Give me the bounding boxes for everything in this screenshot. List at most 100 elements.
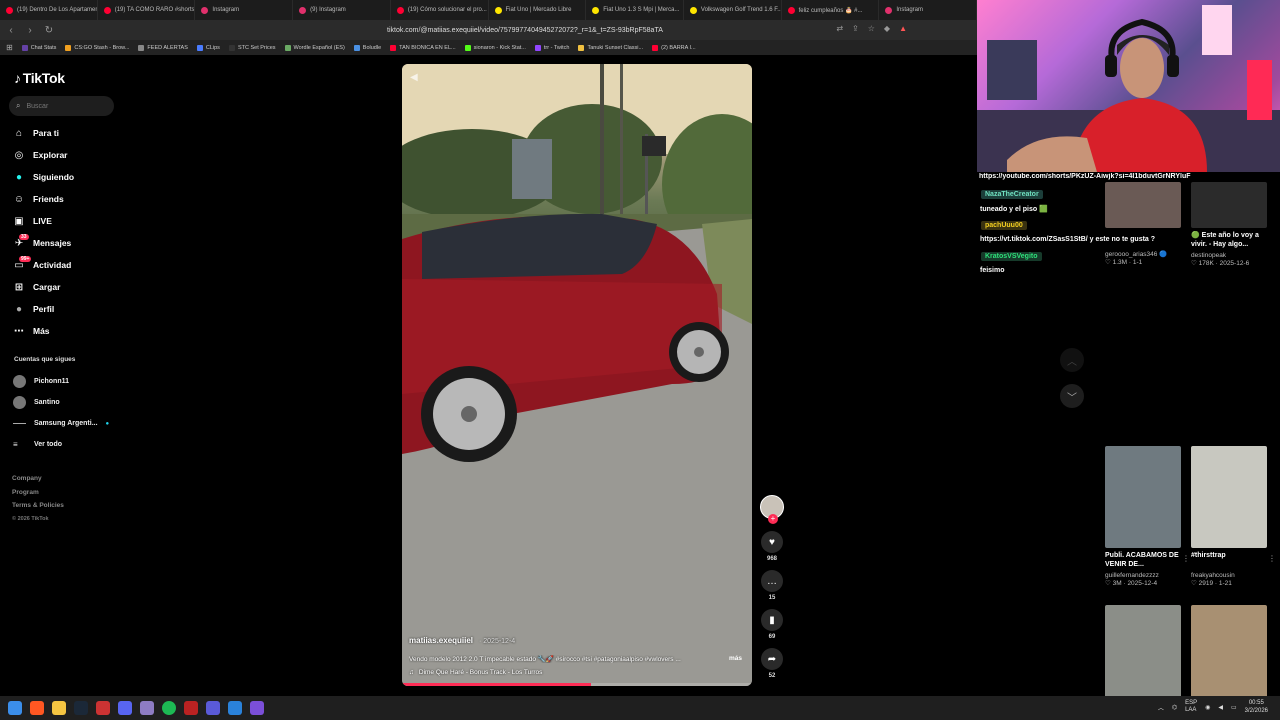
- file-explorer-icon[interactable]: [52, 701, 66, 715]
- nav-item-mensajes[interactable]: ✈ 33 Mensajes: [13, 232, 123, 254]
- browser-tab[interactable]: Instagram: [879, 0, 977, 20]
- video-author[interactable]: matiias.exequiiel · 2025-12-4: [409, 636, 515, 645]
- author-avatar[interactable]: +: [760, 495, 784, 524]
- browser-tab[interactable]: feliz cumpleaños 🎂 #...: [782, 0, 880, 20]
- video-card[interactable]: 🟢 Este año lo voy a vivir. - Hay algo...…: [1191, 182, 1268, 267]
- video-thumbnail[interactable]: [1105, 605, 1181, 707]
- previous-video-button[interactable]: ︿: [1060, 348, 1084, 372]
- battery-icon[interactable]: ▭: [1231, 704, 1237, 711]
- volume-icon[interactable]: ◀: [410, 72, 418, 83]
- volume-icon[interactable]: ◀: [1218, 704, 1223, 711]
- footer-terms[interactable]: Terms & Policies: [12, 499, 64, 513]
- app-icon[interactable]: [228, 701, 242, 715]
- video-card[interactable]: Publi. ACABAMOS DE VENIR DE... guillefern…: [1105, 446, 1190, 587]
- obs-icon[interactable]: [96, 701, 110, 715]
- video-music[interactable]: ♫ Dime Que Haré - Bonus Track - Los Turro…: [409, 669, 542, 676]
- url-input[interactable]: tiktok.com/@matiias.exequiiel/video/7579…: [387, 27, 663, 34]
- clock[interactable]: 00:55 3/2/2026: [1245, 699, 1268, 715]
- video-thumbnail[interactable]: [1191, 446, 1267, 548]
- nav-item-live[interactable]: ▣ LIVE: [13, 210, 123, 232]
- language-indicator[interactable]: ESP LAA: [1185, 700, 1197, 714]
- spotify-icon[interactable]: [162, 701, 176, 715]
- following-account[interactable]: Samsung Argenti... ●: [13, 413, 109, 434]
- browser-tab[interactable]: (19) Dentro De Los Apartamen...: [0, 0, 98, 20]
- chevron-up-icon[interactable]: ︿: [1158, 703, 1164, 712]
- video-card[interactable]: #thirsttrap freakyahcousin ♡ 2919 · 1-21 ⋮: [1191, 446, 1276, 587]
- bookmark-item[interactable]: (2) BARRA I...: [652, 44, 696, 51]
- bookmark-item[interactable]: Wordle Español (ES): [284, 44, 345, 51]
- forward-icon[interactable]: ›: [22, 22, 38, 38]
- comment-button[interactable]: …: [761, 570, 783, 592]
- tab-favicon-icon: [6, 6, 13, 14]
- video-player[interactable]: ◀ matiias.exequiiel · 2025-12-4 Vendo mo…: [402, 64, 752, 686]
- bookmark-favicon-icon: [196, 44, 203, 51]
- bookmark-label: CS:GO Stash - Brow...: [74, 44, 130, 51]
- bookmark-item[interactable]: sionaron - Kick Stat...: [464, 44, 526, 51]
- app-icon[interactable]: [250, 701, 264, 715]
- bookmark-item[interactable]: TAN BIONICA EN EL...: [390, 44, 456, 51]
- see-all-link[interactable]: ≡ Ver todo: [13, 434, 109, 455]
- more-link[interactable]: más: [729, 655, 742, 662]
- extension-icon[interactable]: ◆: [884, 24, 890, 33]
- share-button[interactable]: ➦: [761, 648, 783, 670]
- nav-item-explorar[interactable]: ◎ Explorar: [13, 144, 123, 166]
- search-input[interactable]: ⌕ Buscar: [9, 96, 114, 116]
- footer-company[interactable]: Company: [12, 472, 64, 486]
- browser-tab[interactable]: Volkswagen Golf Trend 1.6 F...: [684, 0, 782, 20]
- progress-bar[interactable]: [402, 683, 752, 686]
- video-thumbnail[interactable]: [1191, 605, 1267, 707]
- like-button[interactable]: ♥: [761, 531, 783, 553]
- more-options-icon[interactable]: ⋮: [1182, 554, 1190, 563]
- app-icon[interactable]: [140, 701, 154, 715]
- bookmark-item[interactable]: Chat Stats: [21, 44, 56, 51]
- bookmark-item[interactable]: Tanuki Sunset Classi...: [578, 44, 643, 51]
- browser-tab[interactable]: Instagram: [195, 0, 294, 20]
- brave-browser-icon[interactable]: [30, 701, 44, 715]
- video-thumbnail[interactable]: [1105, 182, 1181, 228]
- more-options-icon[interactable]: ⋮: [1268, 554, 1276, 563]
- nav-item-actividad[interactable]: ▭ 99+ Actividad: [13, 254, 123, 276]
- next-video-button[interactable]: ﹀: [1060, 384, 1084, 408]
- footer-program[interactable]: Program: [12, 486, 64, 500]
- nav-item-más[interactable]: ⋯ Más: [13, 320, 123, 342]
- video-thumbnail[interactable]: [1191, 182, 1267, 228]
- browser-tab[interactable]: (19) TA COMO RARO #shorts: [98, 0, 196, 20]
- save-button[interactable]: ▮: [761, 609, 783, 631]
- bookmark-favicon-icon: [138, 44, 145, 51]
- bookmark-item[interactable]: CLips: [196, 44, 220, 51]
- browser-tab[interactable]: Fiat Uno | Mercado Libre: [489, 0, 587, 20]
- following-account[interactable]: Santino: [13, 392, 109, 413]
- network-icon[interactable]: ⌬: [1172, 704, 1177, 711]
- discord-icon[interactable]: [118, 701, 132, 715]
- browser-tab[interactable]: (19) Cómo solucionar el pro...: [391, 0, 489, 20]
- following-account[interactable]: Pichonn11: [13, 371, 109, 392]
- translate-icon[interactable]: ⇄: [836, 24, 843, 33]
- app-icon[interactable]: [206, 701, 220, 715]
- follow-plus-icon[interactable]: +: [768, 514, 778, 524]
- app-icon[interactable]: [184, 701, 198, 715]
- windows-start-icon[interactable]: [8, 701, 22, 715]
- video-thumbnail[interactable]: [1105, 446, 1181, 548]
- video-card[interactable]: geroooo_arias346 🔵 ♡ 1.3M · 1-1: [1105, 182, 1182, 266]
- steam-icon[interactable]: [74, 701, 88, 715]
- star-icon[interactable]: ☆: [868, 24, 875, 33]
- tiktok-logo[interactable]: ♪ TikTok: [14, 70, 65, 86]
- bookmark-item[interactable]: FEED ALERTAS: [138, 44, 188, 51]
- nav-item-perfil[interactable]: ● Perfil: [13, 298, 123, 320]
- profile-icon[interactable]: ▲: [899, 24, 907, 33]
- nav-item-friends[interactable]: ☺ Friends: [13, 188, 123, 210]
- nav-item-para-ti[interactable]: ⌂ Para ti: [13, 122, 123, 144]
- browser-tab[interactable]: Fiat Uno 1.3 S Mpi | Merca...: [586, 0, 684, 20]
- apps-icon[interactable]: ⊞: [6, 43, 13, 52]
- browser-tab[interactable]: (9) Instagram: [293, 0, 391, 20]
- bookmark-item[interactable]: STC Set Prices: [228, 44, 276, 51]
- nav-item-cargar[interactable]: ⊞ Cargar: [13, 276, 123, 298]
- back-icon[interactable]: ‹: [3, 22, 19, 38]
- wifi-icon[interactable]: ◉: [1205, 704, 1210, 711]
- bookmark-item[interactable]: CS:GO Stash - Brow...: [65, 44, 130, 51]
- nav-item-siguiendo[interactable]: ● Siguiendo: [13, 166, 123, 188]
- share-icon[interactable]: ⇪: [852, 24, 859, 33]
- reload-icon[interactable]: ↻: [41, 22, 57, 38]
- bookmark-item[interactable]: Boludle: [353, 44, 381, 51]
- bookmark-item[interactable]: trr - Twitch: [534, 44, 569, 51]
